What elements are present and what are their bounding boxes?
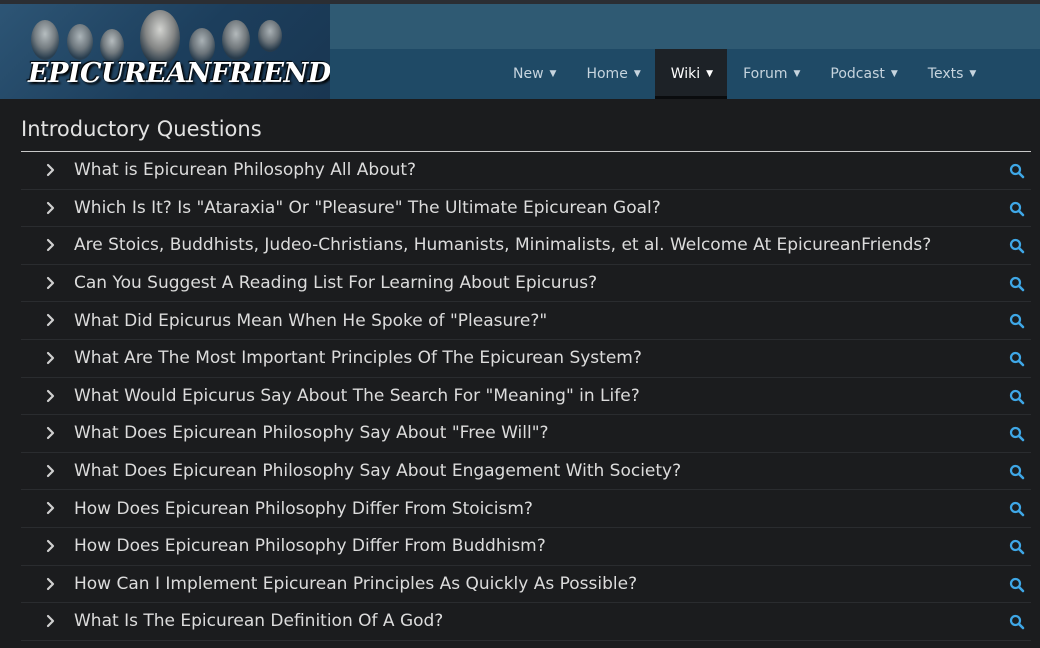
caret-down-icon: ▼	[549, 69, 557, 79]
question-row[interactable]: What Is The Epicurean Definition Of A Go…	[21, 603, 1031, 641]
search-icon[interactable]	[1009, 577, 1025, 593]
chevron-right-icon[interactable]	[46, 426, 55, 440]
search-icon[interactable]	[1009, 464, 1025, 480]
search-icon[interactable]	[1009, 426, 1025, 442]
question-row[interactable]: What Did Epicurus Mean When He Spoke of …	[21, 302, 1031, 340]
section-title: Introductory Questions	[21, 117, 1031, 152]
question-link[interactable]: What is Epicurean Philosophy All About?	[74, 160, 416, 180]
question-row[interactable]: Which Is It? Is "Ataraxia" Or "Pleasure"…	[21, 190, 1031, 228]
main-content: Introductory Questions What is Epicurean…	[0, 99, 1040, 641]
chevron-right-icon[interactable]	[46, 238, 55, 252]
question-link[interactable]: What Is The Epicurean Definition Of A Go…	[74, 611, 443, 631]
nav-forum[interactable]: Forum ▼	[727, 49, 814, 99]
nav-forum-label: Forum	[743, 66, 788, 82]
question-row[interactable]: How Does Epicurean Philosophy Differ Fro…	[21, 490, 1031, 528]
nav-wiki[interactable]: Wiki ▼	[654, 49, 728, 99]
chevron-right-icon[interactable]	[46, 501, 55, 515]
search-icon[interactable]	[1009, 313, 1025, 329]
nav-new[interactable]: New ▼	[497, 49, 570, 99]
site-logo[interactable]: EPICUREANFRIENDS.COM	[0, 4, 330, 99]
nav-home[interactable]: Home ▼	[570, 49, 654, 99]
question-link[interactable]: What Does Epicurean Philosophy Say About…	[74, 423, 549, 443]
nav-podcast[interactable]: Podcast ▼	[814, 49, 911, 99]
caret-down-icon: ▼	[793, 69, 801, 79]
chevron-right-icon[interactable]	[46, 163, 55, 177]
chevron-right-icon[interactable]	[46, 201, 55, 215]
question-row[interactable]: Can You Suggest A Reading List For Learn…	[21, 265, 1031, 303]
caret-down-icon: ▼	[969, 69, 977, 79]
search-icon[interactable]	[1009, 539, 1025, 555]
chevron-right-icon[interactable]	[46, 276, 55, 290]
question-link[interactable]: What Does Epicurean Philosophy Say About…	[74, 461, 681, 481]
chevron-right-icon[interactable]	[46, 464, 55, 478]
site-header: EPICUREANFRIENDS.COM New ▼ Home ▼ Wiki ▼…	[0, 4, 1040, 99]
search-icon[interactable]	[1009, 501, 1025, 517]
chevron-right-icon[interactable]	[46, 539, 55, 553]
nav-texts[interactable]: Texts ▼	[912, 49, 991, 99]
nav-home-label: Home	[586, 66, 628, 82]
question-row[interactable]: What Would Epicurus Say About The Search…	[21, 378, 1031, 416]
nav-podcast-label: Podcast	[830, 66, 885, 82]
chevron-right-icon[interactable]	[46, 614, 55, 628]
question-link[interactable]: Which Is It? Is "Ataraxia" Or "Pleasure"…	[74, 198, 661, 218]
nav-texts-label: Texts	[927, 66, 964, 82]
search-icon[interactable]	[1009, 614, 1025, 630]
nav-wiki-label: Wiki	[670, 66, 701, 82]
question-row[interactable]: How Does Epicurean Philosophy Differ Fro…	[21, 528, 1031, 566]
chevron-right-icon[interactable]	[46, 389, 55, 403]
main-nav: New ▼ Home ▼ Wiki ▼ Forum ▼ Podcast ▼ Te…	[497, 49, 990, 99]
search-icon[interactable]	[1009, 276, 1025, 292]
question-list: What is Epicurean Philosophy All About? …	[21, 152, 1031, 641]
caret-down-icon: ▼	[706, 69, 714, 79]
search-icon[interactable]	[1009, 163, 1025, 179]
question-row[interactable]: What Are The Most Important Principles O…	[21, 340, 1031, 378]
search-icon[interactable]	[1009, 201, 1025, 217]
question-link[interactable]: How Does Epicurean Philosophy Differ Fro…	[74, 536, 546, 556]
search-icon[interactable]	[1009, 389, 1025, 405]
question-row[interactable]: How Can I Implement Epicurean Principles…	[21, 566, 1031, 604]
chevron-right-icon[interactable]	[46, 313, 55, 327]
question-link[interactable]: What Would Epicurus Say About The Search…	[74, 386, 640, 406]
question-row[interactable]: What Does Epicurean Philosophy Say About…	[21, 415, 1031, 453]
question-link[interactable]: How Can I Implement Epicurean Principles…	[74, 574, 637, 594]
search-icon[interactable]	[1009, 351, 1025, 367]
nav-new-label: New	[513, 66, 544, 82]
question-row[interactable]: What Does Epicurean Philosophy Say About…	[21, 453, 1031, 491]
question-row[interactable]: What is Epicurean Philosophy All About?	[21, 152, 1031, 190]
search-icon[interactable]	[1009, 238, 1025, 254]
question-link[interactable]: How Does Epicurean Philosophy Differ Fro…	[74, 499, 533, 519]
question-row[interactable]: Are Stoics, Buddhists, Judeo-Christians,…	[21, 227, 1031, 265]
question-link[interactable]: Are Stoics, Buddhists, Judeo-Christians,…	[74, 235, 931, 255]
question-link[interactable]: Can You Suggest A Reading List For Learn…	[74, 273, 597, 293]
chevron-right-icon[interactable]	[46, 351, 55, 365]
caret-down-icon: ▼	[633, 69, 641, 79]
question-link[interactable]: What Are The Most Important Principles O…	[74, 348, 642, 368]
logo-text: EPICUREANFRIENDS.COM	[28, 58, 330, 89]
caret-down-icon: ▼	[890, 69, 898, 79]
chevron-right-icon[interactable]	[46, 577, 55, 591]
question-link[interactable]: What Did Epicurus Mean When He Spoke of …	[74, 311, 547, 331]
